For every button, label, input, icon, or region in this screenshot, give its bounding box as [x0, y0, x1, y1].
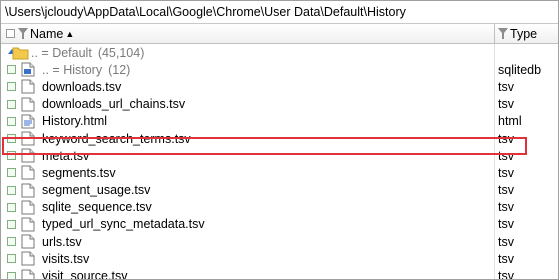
- file-name: downloads_url_chains.tsv: [42, 97, 186, 112]
- row-checkbox[interactable]: [7, 185, 16, 195]
- select-all-checkbox[interactable]: [6, 29, 15, 38]
- column-header-name[interactable]: Name ▲: [1, 24, 495, 43]
- file-name: urls.tsv: [42, 234, 82, 249]
- file-type: tsv: [498, 131, 514, 146]
- file-type: tsv: [498, 251, 514, 266]
- text-file-icon: [21, 251, 35, 266]
- text-file-icon: [21, 200, 35, 215]
- text-file-icon: [21, 131, 35, 146]
- file-name: visits.tsv: [42, 251, 90, 266]
- file-name: visit_source.tsv: [42, 269, 128, 280]
- file-name: typed_url_sync_metadata.tsv: [42, 217, 205, 232]
- file-row[interactable]: meta.tsv tsv: [1, 147, 558, 165]
- file-row-highlighted[interactable]: History.html html: [1, 112, 558, 130]
- file-type: tsv: [498, 183, 514, 198]
- file-row[interactable]: downloads_url_chains.tsv tsv: [1, 95, 558, 113]
- file-row[interactable]: visit_source.tsv tsv: [1, 267, 558, 280]
- file-name: meta.tsv: [42, 148, 90, 163]
- sort-ascending-icon: ▲: [65, 28, 75, 39]
- parent-folder-row[interactable]: .. = Default (45,104): [1, 44, 558, 62]
- file-type: tsv: [498, 234, 514, 249]
- row-checkbox[interactable]: [7, 254, 16, 264]
- folder-up-icon: [8, 47, 29, 60]
- current-path: \Users\jcloudy\AppData\Local\Google\Chro…: [5, 5, 406, 19]
- file-type: tsv: [498, 79, 514, 94]
- row-checkbox[interactable]: [7, 271, 16, 279]
- file-name: History.html: [42, 114, 108, 129]
- file-type: tsv: [498, 148, 514, 163]
- file-name: keyword_search_terms.tsv: [42, 131, 191, 146]
- file-row[interactable]: segment_usage.tsv tsv: [1, 181, 558, 199]
- file-row[interactable]: downloads.tsv tsv: [1, 78, 558, 96]
- column-type-label: Type: [510, 26, 538, 41]
- file-type: html: [498, 114, 522, 129]
- file-row[interactable]: urls.tsv tsv: [1, 233, 558, 251]
- row-checkbox[interactable]: [7, 168, 16, 178]
- file-row[interactable]: sqlite_sequence.tsv tsv: [1, 198, 558, 216]
- file-name: segments.tsv: [42, 165, 116, 180]
- file-type: tsv: [498, 97, 514, 112]
- file-list: .. = Default (45,104) .. = History (12) …: [1, 44, 558, 280]
- file-name: sqlite_sequence.tsv: [42, 200, 152, 215]
- html-file-icon: [21, 114, 35, 129]
- text-file-icon: [21, 234, 35, 249]
- row-checkbox[interactable]: [7, 237, 16, 247]
- parent-db-count: (12): [108, 62, 131, 77]
- filter-icon[interactable]: [18, 27, 28, 40]
- text-file-icon: [21, 148, 35, 163]
- file-type: sqlitedb: [498, 62, 542, 77]
- file-name: downloads.tsv: [42, 79, 122, 94]
- file-type: tsv: [498, 269, 514, 280]
- text-file-icon: [21, 165, 35, 180]
- file-row[interactable]: segments.tsv tsv: [1, 164, 558, 182]
- row-checkbox[interactable]: [7, 99, 16, 109]
- row-checkbox[interactable]: [7, 151, 16, 161]
- column-header-type[interactable]: Type: [495, 24, 558, 43]
- parent-db-label: .. = History: [42, 62, 103, 77]
- row-checkbox[interactable]: [7, 219, 16, 229]
- file-name: segment_usage.tsv: [42, 183, 151, 198]
- row-checkbox[interactable]: [7, 65, 16, 75]
- file-type: tsv: [498, 217, 514, 232]
- text-file-icon: [21, 79, 35, 94]
- parent-folder-count: (45,104): [97, 45, 145, 60]
- column-header-row: Name ▲ Type: [1, 24, 558, 44]
- file-list-panel: \Users\jcloudy\AppData\Local\Google\Chro…: [0, 0, 559, 280]
- parent-folder-label: .. = Default: [31, 45, 92, 60]
- path-bar: \Users\jcloudy\AppData\Local\Google\Chro…: [1, 1, 558, 24]
- db-file-up-icon: [21, 62, 35, 77]
- text-file-icon: [21, 269, 35, 279]
- parent-db-row[interactable]: .. = History (12) sqlitedb: [1, 61, 558, 79]
- row-checkbox[interactable]: [7, 82, 16, 92]
- file-type: tsv: [498, 165, 514, 180]
- row-checkbox[interactable]: [7, 134, 16, 144]
- file-row[interactable]: visits.tsv tsv: [1, 250, 558, 268]
- text-file-icon: [21, 183, 35, 198]
- file-row[interactable]: keyword_search_terms.tsv tsv: [1, 129, 558, 148]
- text-file-icon: [21, 97, 35, 112]
- file-type: tsv: [498, 200, 514, 215]
- row-checkbox[interactable]: [7, 116, 16, 126]
- file-row[interactable]: typed_url_sync_metadata.tsv tsv: [1, 215, 558, 234]
- filter-icon[interactable]: [498, 27, 508, 40]
- text-file-icon: [21, 217, 35, 232]
- column-name-label: Name: [30, 26, 64, 41]
- row-checkbox[interactable]: [7, 202, 16, 212]
